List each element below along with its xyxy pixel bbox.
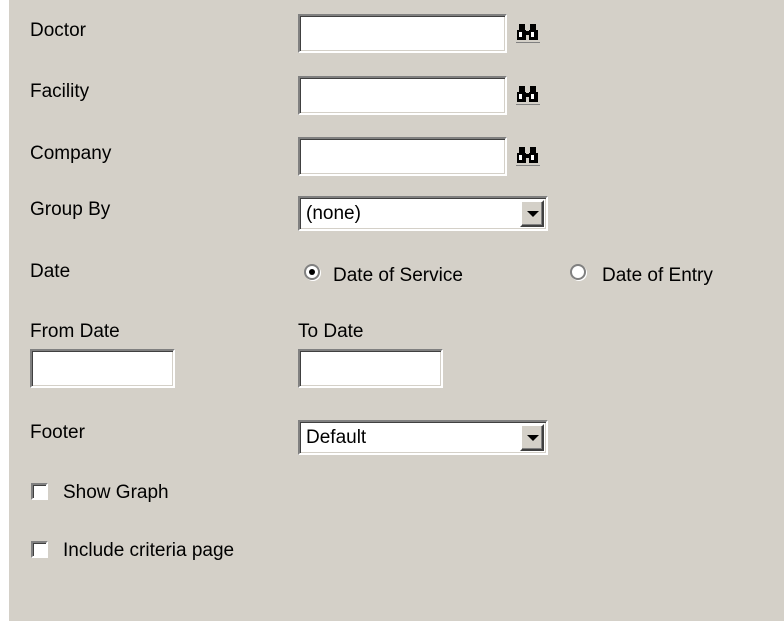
binoculars-icon[interactable]	[516, 22, 540, 44]
footer-label: Footer	[30, 422, 85, 443]
facility-input[interactable]	[298, 76, 507, 115]
date-of-entry-label[interactable]: Date of Entry	[602, 265, 713, 287]
from-date-label: From Date	[30, 321, 120, 342]
facility-label: Facility	[30, 81, 90, 102]
date-of-service-radio[interactable]	[304, 264, 320, 280]
group-by-select[interactable]: (none)	[298, 196, 548, 231]
date-of-entry-radio[interactable]	[570, 264, 586, 280]
footer-value: Default	[306, 427, 367, 448]
company-input[interactable]	[298, 137, 507, 176]
to-date-input[interactable]	[298, 349, 443, 388]
group-by-value: (none)	[306, 203, 361, 224]
from-date-input[interactable]	[30, 349, 175, 388]
footer-select[interactable]: Default	[298, 420, 548, 455]
chevron-down-icon[interactable]	[520, 200, 544, 227]
binoculars-icon[interactable]	[516, 145, 540, 167]
show-graph-label[interactable]: Show Graph	[63, 482, 169, 504]
doctor-input[interactable]	[298, 14, 507, 53]
to-date-label: To Date	[298, 321, 364, 342]
company-label: Company	[30, 143, 112, 164]
binoculars-icon[interactable]	[516, 84, 540, 106]
show-graph-checkbox[interactable]	[31, 483, 48, 500]
date-of-service-label[interactable]: Date of Service	[333, 265, 463, 287]
criteria-page-label[interactable]: Include criteria page	[63, 540, 234, 562]
date-label: Date	[30, 261, 71, 282]
group-by-label: Group By	[30, 199, 111, 220]
criteria-page-checkbox[interactable]	[31, 541, 48, 558]
doctor-label: Doctor	[30, 20, 86, 41]
chevron-down-icon[interactable]	[520, 424, 544, 451]
